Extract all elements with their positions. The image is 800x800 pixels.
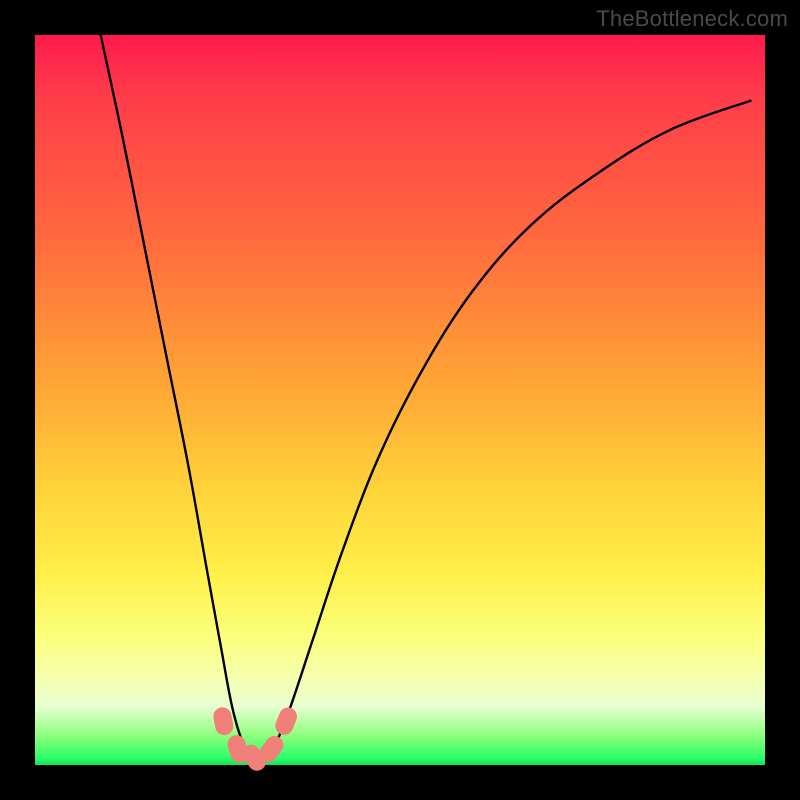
plot-area bbox=[35, 35, 765, 765]
trough-marker bbox=[273, 705, 300, 738]
attribution-text: TheBottleneck.com bbox=[596, 6, 788, 32]
trough-marker bbox=[212, 706, 235, 737]
curve-svg bbox=[35, 35, 765, 765]
chart-frame: TheBottleneck.com bbox=[0, 0, 800, 800]
trough-markers bbox=[212, 705, 300, 774]
bottleneck-curve bbox=[101, 35, 751, 760]
